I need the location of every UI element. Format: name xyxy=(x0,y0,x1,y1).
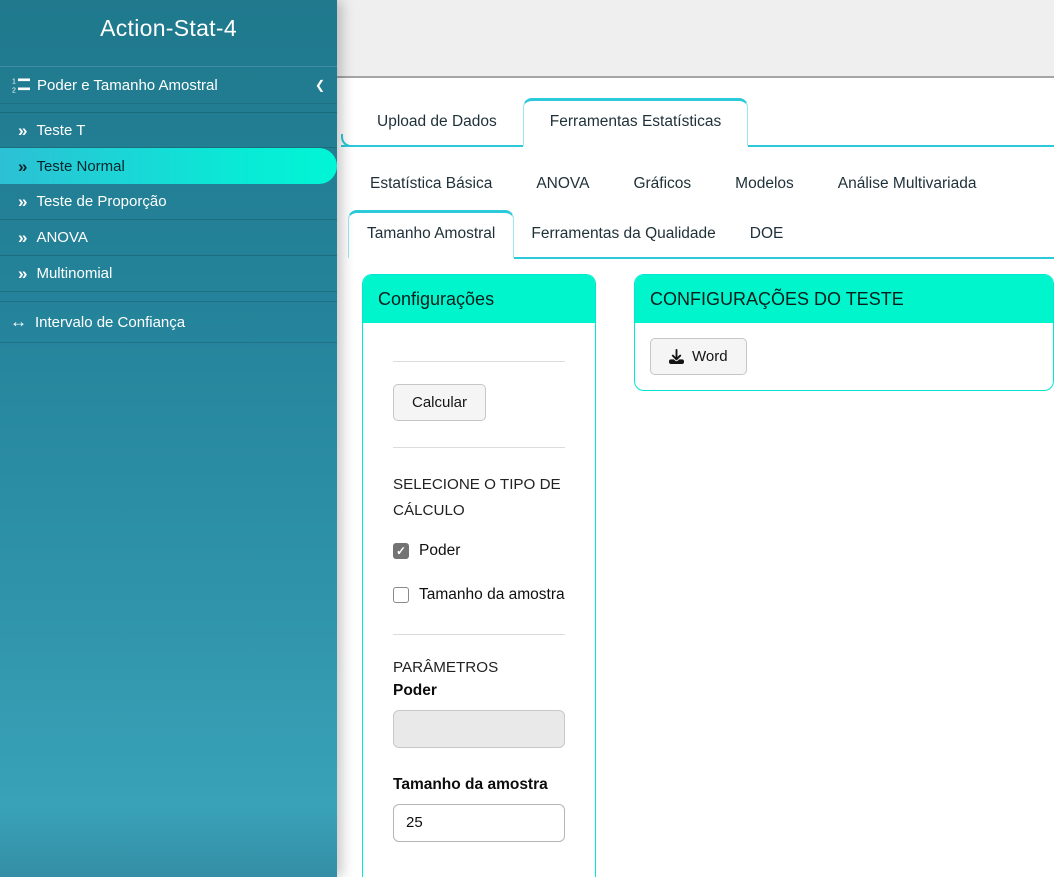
tab-upload-de-dados[interactable]: Upload de Dados xyxy=(351,99,523,145)
angle-double-right-icon: » xyxy=(18,193,27,210)
sidebar: Action-Stat-4 1 2 Poder e Tamanho Amostr… xyxy=(0,0,337,877)
sidebar-item-label: ANOVA xyxy=(36,229,87,246)
sidebar-item-anova[interactable]: » ANOVA xyxy=(0,220,337,256)
settings-panel-body: Calcular SELECIONE O TIPO DE CÁLCULO ✓ P… xyxy=(363,323,595,864)
settings-panel-title: Configurações xyxy=(363,275,595,323)
divider xyxy=(393,447,565,448)
divider xyxy=(393,361,565,362)
app-title: Action-Stat-4 xyxy=(0,0,337,56)
sidebar-item-teste-t[interactable]: » Teste T xyxy=(0,112,337,148)
tamanho-amostra-checkbox-label: Tamanho da amostra xyxy=(419,586,565,604)
primary-tabrow: Upload de Dados Ferramentas Estatísticas xyxy=(341,98,1054,147)
sidebar-item-label: Multinomial xyxy=(36,265,112,282)
tertiary-tabrow: Tamanho Amostral Ferramentas da Qualidad… xyxy=(348,210,1054,259)
tab-estatistica-basica[interactable]: Estatística Básica xyxy=(348,165,514,203)
poder-checkbox-row[interactable]: ✓ Poder xyxy=(393,542,565,560)
poder-checkbox[interactable]: ✓ xyxy=(393,543,409,559)
list-ol-icon: 1 2 xyxy=(12,77,30,93)
tab-anova[interactable]: ANOVA xyxy=(514,165,611,203)
sidebar-item-label: Teste de Proporção xyxy=(36,193,166,210)
sidebar-item-teste-normal[interactable]: » Teste Normal xyxy=(0,148,337,184)
tabrow-edge xyxy=(341,134,351,147)
poder-checkbox-label: Poder xyxy=(419,542,460,560)
angle-double-right-icon: » xyxy=(18,265,27,282)
tamanho-amostra-checkbox-row[interactable]: Tamanho da amostra xyxy=(393,586,565,604)
angle-double-right-icon: » xyxy=(18,229,27,246)
tab-doe[interactable]: DOE xyxy=(733,211,801,257)
settings-panel: Configurações Calcular SELECIONE O TIPO … xyxy=(362,274,596,877)
sidebar-section-poder-tamanho[interactable]: 1 2 Poder e Tamanho Amostral ❮ xyxy=(0,66,337,104)
top-navbar xyxy=(337,0,1054,78)
tab-analise-multivariada[interactable]: Análise Multivariada xyxy=(816,165,999,203)
test-config-panel-body: Word xyxy=(635,323,1053,390)
sample-size-field-label: Tamanho da amostra xyxy=(393,776,565,794)
tab-tamanho-amostral[interactable]: Tamanho Amostral xyxy=(348,210,514,259)
power-field-label: Poder xyxy=(393,682,565,700)
word-export-button-label: Word xyxy=(692,348,728,365)
sidebar-item-label: Teste T xyxy=(36,122,85,139)
sample-size-input[interactable] xyxy=(393,804,565,842)
calc-type-heading: SELECIONE O TIPO DE CÁLCULO xyxy=(393,472,565,524)
secondary-tabrow: Estatística Básica ANOVA Gráficos Modelo… xyxy=(348,165,1054,203)
word-export-button[interactable]: Word xyxy=(650,338,747,375)
tab-ferramentas-estatisticas[interactable]: Ferramentas Estatísticas xyxy=(523,98,748,147)
chevron-left-icon[interactable]: ❮ xyxy=(315,78,325,92)
sidebar-item-label: Teste Normal xyxy=(36,158,124,175)
power-input[interactable] xyxy=(393,710,565,748)
tab-graficos[interactable]: Gráficos xyxy=(611,165,713,203)
tab-modelos[interactable]: Modelos xyxy=(713,165,816,203)
check-icon: ✓ xyxy=(396,544,406,558)
sidebar-item-multinomial[interactable]: » Multinomial xyxy=(0,256,337,292)
angle-double-right-icon: » xyxy=(18,158,27,175)
svg-text:2: 2 xyxy=(12,88,16,94)
content-area: Upload de Dados Ferramentas Estatísticas… xyxy=(337,78,1054,877)
sidebar-item-intervalo-de-confianca[interactable]: ↔ Intervalo de Confiança xyxy=(0,301,337,343)
angle-double-right-icon: » xyxy=(18,122,27,139)
tab-ferramentas-da-qualidade[interactable]: Ferramentas da Qualidade xyxy=(514,211,732,257)
divider xyxy=(393,634,565,635)
primary-tab-pane: Estatística Básica ANOVA Gráficos Modelo… xyxy=(341,147,1054,877)
tamanho-amostra-checkbox[interactable] xyxy=(393,587,409,603)
main-content: Upload de Dados Ferramentas Estatísticas… xyxy=(337,0,1054,877)
test-config-panel-title: CONFIGURAÇÕES DO TESTE xyxy=(635,275,1053,323)
download-icon xyxy=(669,349,684,364)
arrows-horizontal-icon: ↔ xyxy=(10,312,27,332)
tertiary-tab-pane: Configurações Calcular SELECIONE O TIPO … xyxy=(348,259,1054,877)
sidebar-item-label: Intervalo de Confiança xyxy=(35,314,185,331)
parameters-heading: PARÂMETROS xyxy=(393,659,565,676)
calculate-button-label: Calcular xyxy=(412,394,467,411)
svg-text:1: 1 xyxy=(12,79,16,86)
sidebar-item-teste-de-proporcao[interactable]: » Teste de Proporção xyxy=(0,184,337,220)
sidebar-menu: » Teste T » Teste Normal » Teste de Prop… xyxy=(0,112,337,292)
calculate-button[interactable]: Calcular xyxy=(393,384,486,421)
test-config-panel: CONFIGURAÇÕES DO TESTE Word xyxy=(634,274,1054,391)
sidebar-section-label: Poder e Tamanho Amostral xyxy=(37,77,218,94)
